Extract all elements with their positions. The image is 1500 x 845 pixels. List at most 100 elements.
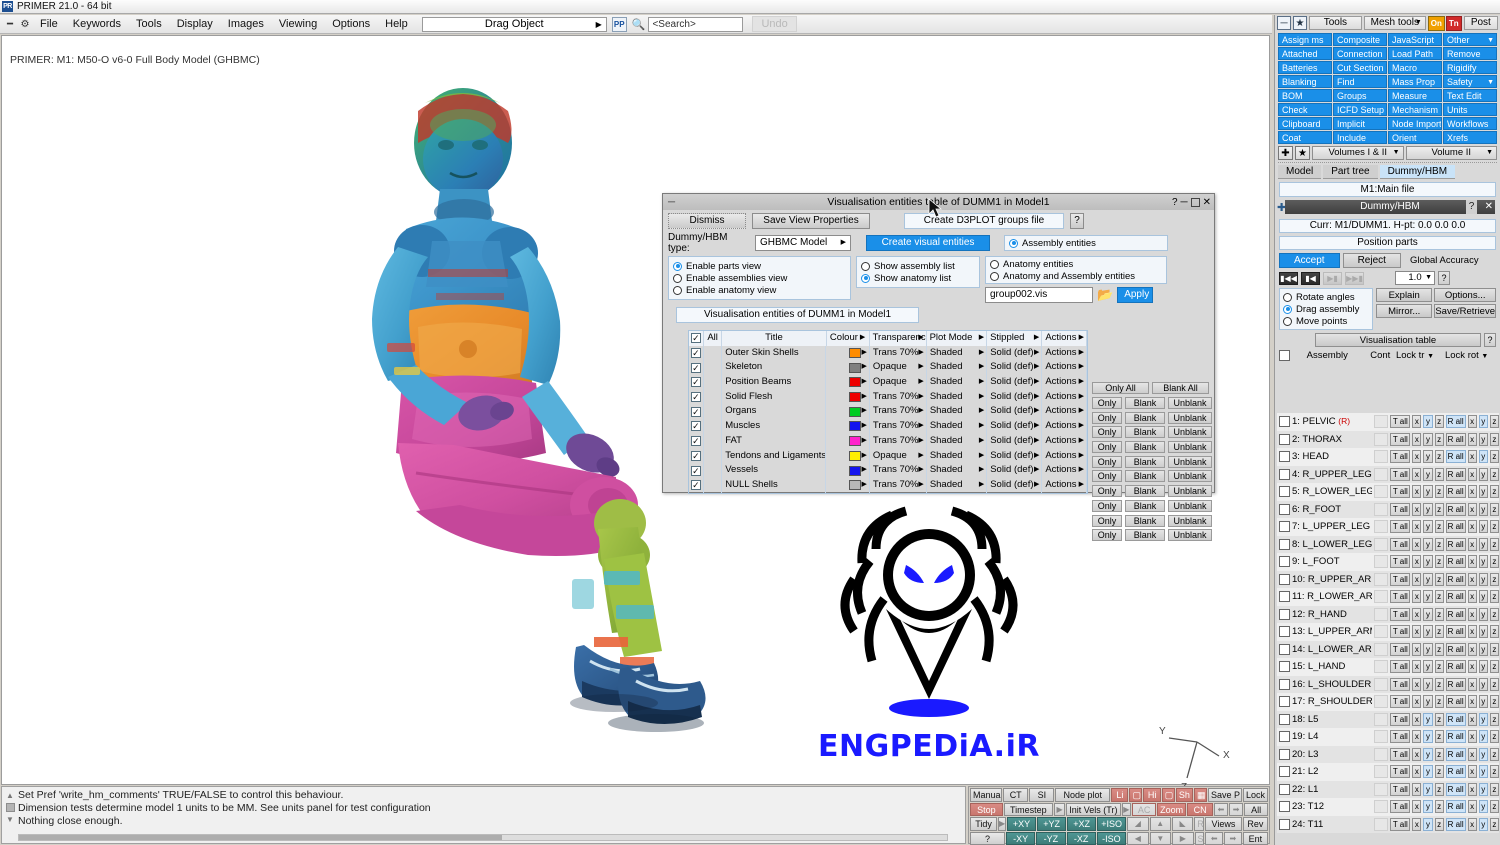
only-all-button[interactable]: Only All <box>1092 382 1149 395</box>
lock-rot-y-button[interactable]: y <box>1478 590 1488 604</box>
radio-move-points[interactable]: Move points <box>1283 315 1369 327</box>
assembly-row[interactable]: 7: L_UPPER_LEG T all x y z R all x y z <box>1277 518 1499 536</box>
lock-rot-z-button[interactable]: z <box>1489 800 1499 814</box>
lock-tr-x-button[interactable]: x <box>1412 450 1422 464</box>
checkbox-icon[interactable] <box>1279 350 1290 361</box>
lock-tr-z-button[interactable]: z <box>1434 502 1444 516</box>
row-transparency[interactable]: Opaque ▶ <box>870 448 927 464</box>
lock-tr-all-button[interactable]: T all <box>1390 817 1411 831</box>
lock-rot-x-button[interactable]: x <box>1467 625 1477 639</box>
blank-button[interactable]: Blank <box>1125 499 1165 512</box>
assembly-checkbox[interactable] <box>1279 521 1290 533</box>
lock-rot-x-button[interactable]: x <box>1467 450 1477 464</box>
lock-tr-x-button[interactable]: x <box>1412 555 1422 569</box>
lock-tr-z-button[interactable]: z <box>1434 607 1444 621</box>
lock-rot-z-button[interactable]: z <box>1489 765 1499 779</box>
row-stippled[interactable]: Solid (def) ▶ <box>987 463 1043 478</box>
lock-rot-y-button[interactable]: y <box>1478 537 1488 551</box>
only-button[interactable]: Only <box>1092 499 1122 512</box>
pan-right-icon[interactable]: ➡ <box>1224 831 1242 845</box>
only-button[interactable]: Only <box>1092 441 1122 454</box>
lock-tr-x-button[interactable]: x <box>1412 642 1422 656</box>
lock-rot-z-button[interactable]: z <box>1489 625 1499 639</box>
lock-tr-z-button[interactable]: z <box>1434 555 1444 569</box>
view-minus-iso-button[interactable]: -ISO <box>1096 831 1127 845</box>
rev-button[interactable]: Rev <box>1242 817 1268 831</box>
radio-enable-parts-view[interactable]: Enable parts view <box>673 260 846 272</box>
tab-tools[interactable]: Tools <box>1309 16 1362 30</box>
lock-rot-all-button[interactable]: R all <box>1445 520 1466 534</box>
cont-cell[interactable] <box>1374 695 1389 709</box>
lock-rot-z-button[interactable]: z <box>1489 502 1499 516</box>
tool-button-batteries[interactable]: Batteries <box>1278 61 1332 74</box>
assembly-checkbox[interactable] <box>1279 731 1290 743</box>
lock-tr-all-button[interactable]: T all <box>1390 625 1411 639</box>
lock-tr-x-button[interactable]: x <box>1412 730 1422 744</box>
cn-button[interactable]: CN <box>1187 802 1213 816</box>
lock-rot-z-button[interactable]: z <box>1489 590 1499 604</box>
lock-tr-x-button[interactable]: x <box>1412 765 1422 779</box>
tool-button-attached[interactable]: Attached <box>1278 47 1332 60</box>
row-checkbox[interactable]: ✓ <box>689 375 704 390</box>
timestep-button[interactable]: Timestep <box>1003 802 1053 816</box>
tool-button-macro[interactable]: Macro <box>1388 61 1442 74</box>
tn-toggle-badge[interactable]: Tn <box>1445 15 1462 31</box>
save-p-button[interactable]: Save P <box>1208 788 1242 802</box>
lock-rot-z-button[interactable]: z <box>1489 642 1499 656</box>
menu-help[interactable]: Help <box>378 16 415 32</box>
view-minus-xz-button[interactable]: -XZ <box>1066 831 1096 845</box>
row-plot-mode[interactable]: Shaded ▶ <box>927 448 988 464</box>
radio-assembly-entities[interactable]: Assembly entities <box>1009 237 1163 249</box>
message-hscrollbar[interactable] <box>18 834 948 841</box>
row-transparency[interactable]: Trans 70% ▶ <box>870 404 927 420</box>
lock-tr-all-button[interactable]: T all <box>1390 415 1411 429</box>
lock-rot-z-button[interactable]: z <box>1489 432 1499 446</box>
tool-button-units[interactable]: Units <box>1443 103 1497 116</box>
lock-rot-all-button[interactable]: R all <box>1445 765 1466 779</box>
row-plot-mode[interactable]: Shaded ▶ <box>927 419 988 434</box>
tidy-arrow-icon[interactable]: ▶ <box>998 817 1007 831</box>
row-checkbox[interactable]: ✓ <box>689 419 704 434</box>
lock-rot-all-button[interactable]: R all <box>1445 800 1466 814</box>
cont-cell[interactable] <box>1374 625 1389 639</box>
row-actions[interactable]: Actions ▶ <box>1042 433 1087 449</box>
lock-rot-all-button[interactable]: R all <box>1445 572 1466 586</box>
col-lock-rot[interactable]: Lock rot ▼ <box>1445 350 1496 361</box>
lock-rot-z-button[interactable]: z <box>1489 415 1499 429</box>
cont-cell[interactable] <box>1374 485 1389 499</box>
lock-rot-all-button[interactable]: R all <box>1445 415 1466 429</box>
lock-tr-x-button[interactable]: x <box>1412 817 1422 831</box>
lock-tr-x-button[interactable]: x <box>1412 485 1422 499</box>
lock-rot-x-button[interactable]: x <box>1467 660 1477 674</box>
row-stippled[interactable]: Solid (def) ▶ <box>987 419 1043 434</box>
lock-rot-all-button[interactable]: R all <box>1445 695 1466 709</box>
assembly-row[interactable]: 18: L5 T all x y z R all x y z <box>1277 710 1499 728</box>
row-actions[interactable]: Actions ▶ <box>1042 389 1087 405</box>
tool-button-cut-section[interactable]: Cut Section <box>1333 61 1387 74</box>
unblank-button[interactable]: Unblank <box>1168 470 1212 483</box>
row-colour-swatch[interactable]: ▶ <box>826 360 870 376</box>
tool-button-implicit[interactable]: Implicit <box>1333 117 1387 130</box>
assembly-checkbox[interactable] <box>1279 416 1290 428</box>
lock-tr-z-button[interactable]: z <box>1434 572 1444 586</box>
lock-tr-y-button[interactable]: y <box>1423 432 1433 446</box>
lock-rot-all-button[interactable]: R all <box>1445 730 1466 744</box>
lock-tr-z-button[interactable]: z <box>1434 590 1444 604</box>
lock-tr-y-button[interactable]: y <box>1423 800 1433 814</box>
table-row[interactable]: ✓ Vessels ▶ Trans 70% ▶ Shaded ▶ Solid (def) ▶ Ac… <box>689 463 1087 478</box>
row-checkbox[interactable]: ✓ <box>689 477 704 493</box>
row-plot-mode[interactable]: Shaded ▶ <box>927 375 988 390</box>
assembly-row[interactable]: 17: R_SHOULDER T all x y z R all x y z <box>1277 693 1499 711</box>
row-stippled[interactable]: Solid (def) ▶ <box>987 375 1043 390</box>
lock-tr-y-button[interactable]: y <box>1423 677 1433 691</box>
lock-tr-all-button[interactable]: T all <box>1390 520 1411 534</box>
row-checkbox[interactable]: ✓ <box>689 463 704 478</box>
reject-button[interactable]: Reject <box>1342 253 1401 268</box>
row-checkbox[interactable]: ✓ <box>689 360 704 376</box>
model-viewport[interactable]: PRIMER: M1: M50-O v6-0 Full Body Model (… <box>1 35 1270 793</box>
lock-rot-x-button[interactable]: x <box>1467 485 1477 499</box>
lock-tr-x-button[interactable]: x <box>1412 537 1422 551</box>
only-button[interactable]: Only <box>1092 455 1122 468</box>
dummy-panel-close-icon[interactable]: ✕ <box>1485 200 1493 214</box>
timestep-arrow-icon[interactable]: ▶ <box>1053 802 1066 816</box>
